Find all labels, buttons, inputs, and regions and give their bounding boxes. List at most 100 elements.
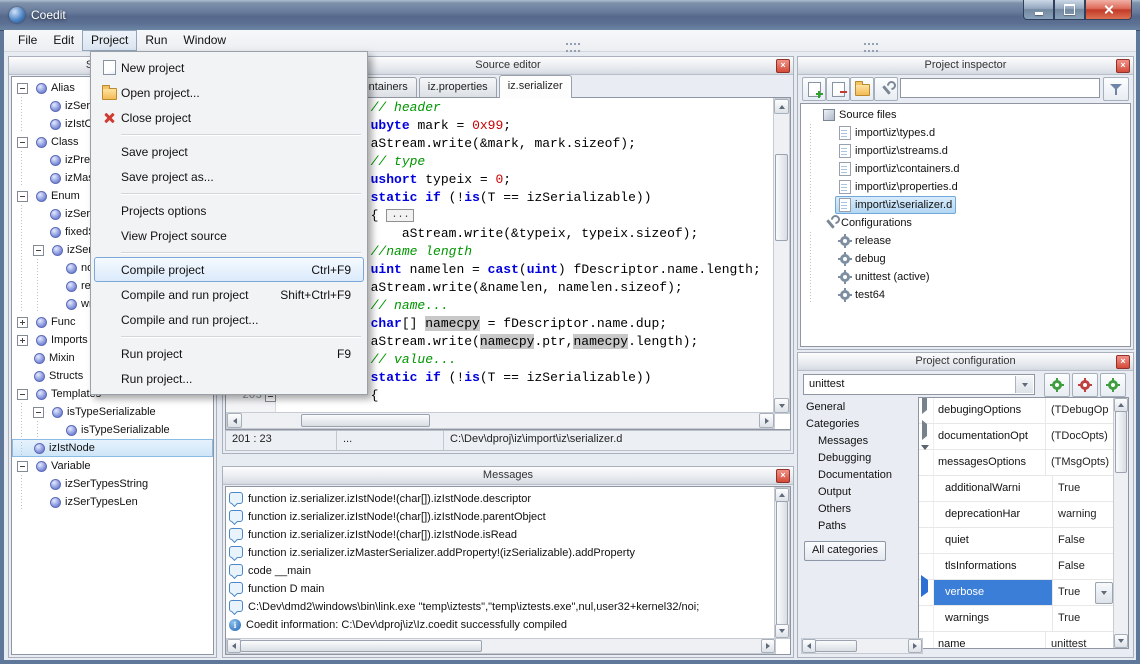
dropdown-button[interactable] [1015,376,1033,393]
scroll-up-button[interactable] [774,99,789,114]
tree-expander-expanded-icon[interactable] [17,461,28,472]
message-item[interactable]: function iz.serializer.izIstNode!(char[]… [229,526,790,544]
tree-expander-collapsed-icon[interactable] [17,317,28,328]
filter-button[interactable] [1103,77,1129,101]
menubar-item-edit[interactable]: Edit [45,30,82,51]
add-configuration-button[interactable] [1044,373,1070,397]
message-item[interactable]: code __main [229,562,790,580]
tree-expander-expanded-icon[interactable] [33,245,44,256]
property-row-tlsinformations[interactable]: tlsInformationsFalse [919,554,1114,580]
editor-vertical-scrollbar[interactable] [773,98,790,414]
open-folder-button[interactable] [850,77,874,101]
inspector-item-import-iz-streams-d[interactable]: import\iz\streams.d [801,142,1130,160]
scroll-down-button[interactable] [774,398,789,413]
symbol-item-istypeserializable[interactable]: isTypeSerializable [12,403,213,421]
close-window-button[interactable] [1085,0,1132,20]
symbol-item-izsertypesstring[interactable]: izSerTypesString [12,475,213,493]
property-row-name[interactable]: nameunittest [919,632,1114,648]
tab-iz-properties[interactable]: iz.properties [419,77,497,97]
message-item[interactable]: function iz.serializer.izIstNode!(char[]… [229,508,790,526]
scrollbar-thumb[interactable] [815,640,857,652]
inspector-item-test64[interactable]: test64 [801,286,1130,304]
config-category-messages[interactable]: Messages [802,433,914,450]
all-categories-button[interactable]: All categories [804,541,886,561]
config-category-general[interactable]: General [802,399,914,416]
collapsed-fold-ellipsis[interactable]: ... [386,209,414,222]
menu-item-compile-and-run-project[interactable]: Compile and run projectShift+Ctrl+F9 [94,282,364,307]
editor-horizontal-scrollbar[interactable] [226,412,775,429]
config-category-debugging[interactable]: Debugging [802,450,914,467]
tree-expander-collapsed-icon[interactable] [17,335,28,346]
menu-item-view-project-source[interactable]: View Project source [94,223,364,248]
messages-horizontal-scrollbar[interactable] [226,638,776,654]
symbol-item-izsertypeslen[interactable]: izSerTypesLen [12,493,213,511]
scroll-right-button[interactable] [759,413,774,428]
property-row-warnings[interactable]: warningsTrue [919,606,1114,632]
clone-configuration-button[interactable] [1100,373,1126,397]
close-panel-button[interactable] [1116,355,1130,369]
menu-item-new-project[interactable]: New project [94,55,364,80]
grid-vertical-scrollbar[interactable] [1113,398,1128,648]
scrollbar-thumb[interactable] [1115,411,1127,473]
scroll-left-button[interactable] [227,639,241,653]
menu-item-compile-and-run-project[interactable]: Compile and run project... [94,307,364,332]
menubar-item-file[interactable]: File [10,30,45,51]
inspector-item-import-iz-containers-d[interactable]: import\iz\containers.d [801,160,1130,178]
tree-expander-expanded-icon[interactable] [33,407,44,418]
scrollbar-thumb[interactable] [240,640,482,652]
menubar-item-project[interactable]: Project [82,30,137,51]
menu-item-run-project[interactable]: Run project... [94,366,364,391]
property-expand-icon[interactable] [922,398,931,414]
add-source-button[interactable] [802,77,826,101]
config-category-paths[interactable]: Paths [802,518,914,535]
message-item[interactable]: function iz.serializer.izIstNode!(char[]… [229,490,790,508]
remove-source-button[interactable] [826,77,850,101]
scrollbar-thumb[interactable] [775,154,788,241]
menu-item-open-project[interactable]: Open project... [94,80,364,105]
tab-iz-serializer[interactable]: iz.serializer [499,75,572,98]
property-row-verbose[interactable]: verboseTrue [919,580,1114,606]
inspector-item-debug[interactable]: debug [801,250,1130,268]
close-panel-button[interactable] [776,59,790,73]
scroll-down-button[interactable] [1114,634,1128,648]
scroll-right-button[interactable] [761,639,775,653]
menubar-item-window[interactable]: Window [175,30,234,51]
scroll-left-button[interactable] [227,413,242,428]
property-row-documentationopt[interactable]: documentationOpt(TDocOpts) [919,424,1114,450]
inspector-item-unittest-active[interactable]: unittest (active) [801,268,1130,286]
property-row-deprecationhar[interactable]: deprecationHarwarning [919,502,1114,528]
tree-expander-expanded-icon[interactable] [17,137,28,148]
inspector-item-configurations[interactable]: Configurations [801,214,1130,232]
message-item[interactable]: Coedit information: C:\Dev\dproj\iz\Iz.c… [229,616,790,634]
config-category-documentation[interactable]: Documentation [802,467,914,484]
menu-item-close-project[interactable]: Close project [94,105,364,130]
dock-grip[interactable] [864,43,878,52]
scroll-up-button[interactable] [775,488,789,502]
remove-configuration-button[interactable] [1072,373,1098,397]
menu-item-save-project-as[interactable]: Save project as... [94,164,364,189]
tree-expander-expanded-icon[interactable] [17,389,28,400]
message-item[interactable]: C:\Dev\dmd2\windows\bin\link.exe "temp\i… [229,598,790,616]
configuration-selector[interactable]: unittest [803,374,1035,395]
menu-item-save-project[interactable]: Save project [94,139,364,164]
symbol-item-izistnode[interactable]: izIstNode [12,439,213,457]
symbol-item-variable[interactable]: Variable [12,457,213,475]
scrollbar-thumb[interactable] [301,414,430,427]
property-collapse-icon[interactable] [921,445,929,466]
message-item[interactable]: function D main [229,580,790,598]
config-category-others[interactable]: Others [802,501,914,518]
property-row-messagesoptions[interactable]: messagesOptions(TMsgOpts) [919,450,1114,476]
value-dropdown-button[interactable] [1095,582,1113,604]
scroll-left-button[interactable] [802,639,816,653]
inspector-item-release[interactable]: release [801,232,1130,250]
property-row-debugingoptions[interactable]: debugingOptions(TDebugOp [919,398,1114,424]
menu-item-run-project[interactable]: Run projectF9 [94,341,364,366]
config-category-output[interactable]: Output [802,484,914,501]
config-category-categories[interactable]: Categories [802,416,914,433]
restore-button[interactable] [1054,0,1085,20]
tree-expander-expanded-icon[interactable] [17,83,28,94]
property-row-additionalwarni[interactable]: additionalWarniTrue [919,476,1114,502]
inspector-item-import-iz-serializer-d[interactable]: import\iz\serializer.d [801,196,1130,214]
tree-expander-expanded-icon[interactable] [17,191,28,202]
inspector-item-import-iz-properties-d[interactable]: import\iz\properties.d [801,178,1130,196]
